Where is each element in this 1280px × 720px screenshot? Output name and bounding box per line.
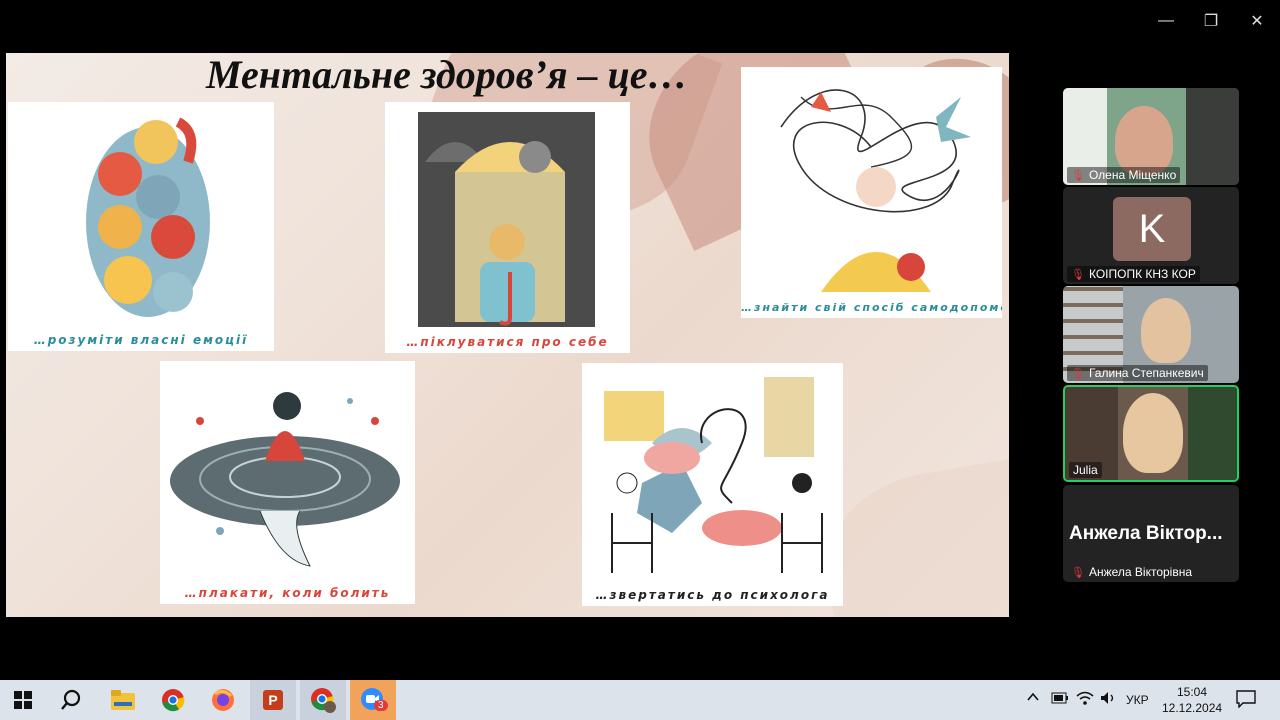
participant-name: Julia: [1073, 463, 1098, 477]
chrome-profile-button[interactable]: [300, 680, 346, 720]
faces-illustration: [86, 117, 210, 317]
participant-label: 🎙 Галина Степанкевич: [1067, 365, 1208, 381]
clock[interactable]: 15:04 12.12.2024: [1162, 684, 1222, 716]
active-speaker-tile[interactable]: Julia: [1063, 385, 1239, 482]
chrome-profile-icon: [311, 688, 336, 713]
search-button[interactable]: [48, 680, 94, 720]
participant-tile[interactable]: 🎙 Галина Степанкевич: [1063, 286, 1239, 383]
participant-label: 🎙 КОІПОПК КНЗ КОР: [1067, 266, 1200, 282]
participant-tile[interactable]: Анжела Віктор... 🎙 Анжела Вікторівна: [1063, 485, 1239, 582]
participant-name: Олена Міщенко: [1088, 168, 1177, 182]
participant-name: Анжела Вікторівна: [1088, 565, 1193, 579]
slide-title: Ментальне здоров’я – це…: [206, 53, 688, 97]
participant-video: [1141, 298, 1191, 363]
participant-video: [1115, 106, 1173, 176]
mic-muted-icon: 🎙: [1071, 566, 1085, 579]
clock-date: 12.12.2024: [1162, 701, 1223, 715]
battery-button[interactable]: [1051, 692, 1069, 707]
emotions-card: …розуміти власні емоції: [8, 102, 274, 351]
tangled-thoughts-illustration: [780, 89, 971, 292]
participant-label: 🎙 Олена Міщенко: [1067, 167, 1181, 183]
firefox-icon: [212, 689, 234, 711]
volume-button[interactable]: [1099, 690, 1117, 709]
clock-time: 15:04: [1176, 685, 1208, 699]
firefox-button[interactable]: [200, 680, 246, 720]
show-hidden-icons-button[interactable]: [1026, 690, 1040, 707]
windows-start-button[interactable]: [0, 680, 46, 720]
selfcare-card: …піклуватися про себе: [385, 102, 630, 353]
minimize-button[interactable]: —: [1151, 8, 1181, 34]
wifi-button[interactable]: [1076, 690, 1094, 709]
powerpoint-button[interactable]: P: [250, 680, 296, 720]
folder-icon: [111, 690, 135, 710]
participant-label: 🎙 Анжела Вікторівна: [1067, 564, 1196, 580]
water-ripples-illustration: [170, 392, 400, 567]
card-caption: …звертатись до психолога: [595, 588, 830, 602]
umbrella-illustration: [418, 112, 595, 327]
file-explorer-button[interactable]: [100, 680, 146, 720]
card-caption: …знайти свій спосіб самодопомоги: [741, 301, 1002, 314]
chrome-button[interactable]: [150, 680, 196, 720]
participant-name: Галина Степанкевич: [1088, 366, 1204, 380]
card-caption: …піклуватися про себе: [406, 335, 609, 349]
chevron-up-icon: [1027, 692, 1039, 701]
participant-display-name: Анжела Віктор...: [1069, 523, 1223, 544]
participant-tile[interactable]: K 🎙 КОІПОПК КНЗ КОР: [1063, 187, 1239, 284]
card-caption: …розуміти власні емоції: [33, 333, 249, 347]
close-button[interactable]: ✕: [1242, 8, 1272, 34]
mic-muted-icon: 🎙: [1071, 367, 1085, 380]
restore-button[interactable]: ❐: [1196, 8, 1226, 34]
speaker-icon: [1101, 692, 1114, 704]
powerpoint-icon: P: [263, 690, 283, 710]
mic-muted-icon: 🎙: [1071, 268, 1085, 281]
windows-logo-icon: [14, 691, 32, 709]
notifications-button[interactable]: [1236, 690, 1256, 711]
language-indicator[interactable]: УКР: [1126, 693, 1149, 707]
wifi-icon: [1076, 691, 1094, 705]
selfhelp-card: …знайти свій спосіб самодопомоги: [741, 67, 1002, 318]
participant-name: КОІПОПК КНЗ КОР: [1088, 267, 1196, 281]
therapy-session-illustration: [604, 377, 823, 573]
zoom-button[interactable]: 3: [350, 680, 396, 720]
mic-muted-icon: 🎙: [1071, 169, 1085, 182]
search-icon: [61, 689, 81, 710]
taskbar: P 3 УКР 15:04 12.12.2024: [0, 680, 1280, 720]
notification-icon: [1236, 690, 1256, 709]
svg-text:P: P: [268, 692, 277, 708]
participant-label: Julia: [1069, 462, 1102, 478]
participant-tile[interactable]: 🎙 Олена Міщенко: [1063, 88, 1239, 185]
chrome-icon: [162, 689, 185, 712]
zoom-badge: 3: [374, 700, 388, 711]
psychologist-card: …звертатись до психолога: [582, 363, 843, 606]
crying-card: …плакати, коли болить: [160, 361, 415, 604]
card-caption: …плакати, коли болить: [184, 586, 391, 600]
shared-slide: Ментальне здоров’я – це… …розуміти власн…: [6, 53, 1009, 617]
avatar: K: [1113, 197, 1191, 261]
participant-video: [1123, 393, 1183, 473]
battery-icon: [1051, 692, 1068, 704]
